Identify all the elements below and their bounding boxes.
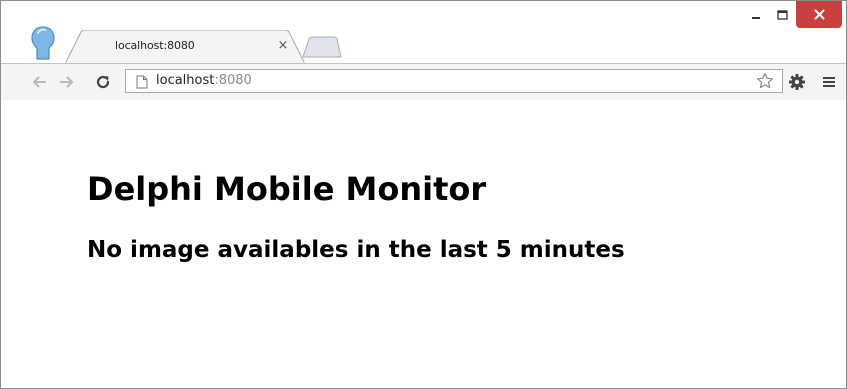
- maximize-icon[interactable]: [769, 1, 796, 28]
- url-host: localhost: [156, 73, 215, 88]
- minimize-icon[interactable]: [742, 1, 769, 28]
- page-icon: [136, 74, 148, 93]
- address-text[interactable]: localhost:8080: [156, 73, 252, 89]
- gear-icon[interactable]: [787, 72, 807, 92]
- close-icon[interactable]: [796, 1, 842, 28]
- hamburger-menu-icon[interactable]: [819, 72, 839, 92]
- arrow-left-icon[interactable]: [29, 72, 49, 92]
- browser-toolbar: localhost:8080: [1, 63, 846, 101]
- browser-window: localhost:8080 × localhost:8080 Delphi M…: [0, 0, 847, 389]
- page-title: Delphi Mobile Monitor: [87, 170, 487, 208]
- status-message: No image availables in the last 5 minute…: [87, 237, 625, 263]
- reload-icon[interactable]: [93, 72, 113, 92]
- star-icon[interactable]: [756, 72, 774, 94]
- tab-strip: localhost:8080 ×: [1, 1, 846, 65]
- window-controls: [742, 1, 842, 29]
- address-bar[interactable]: localhost:8080: [125, 69, 783, 93]
- tab-localhost[interactable]: localhost:8080 ×: [65, 30, 305, 64]
- url-port: :8080: [214, 73, 252, 88]
- page-content: Delphi Mobile Monitor No image available…: [1, 100, 846, 388]
- tab-title: localhost:8080: [115, 39, 195, 52]
- new-tab-button[interactable]: [301, 36, 343, 58]
- arrow-right-icon[interactable]: [57, 72, 77, 92]
- tab-close-icon[interactable]: ×: [275, 38, 291, 54]
- profile-avatar-icon[interactable]: [29, 25, 57, 61]
